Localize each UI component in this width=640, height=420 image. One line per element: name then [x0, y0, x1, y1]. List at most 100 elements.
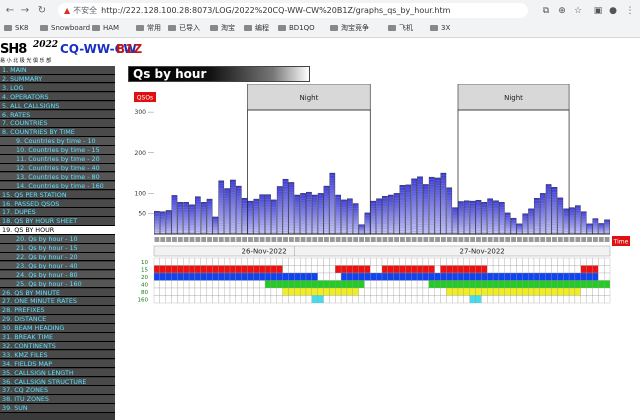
band-cell [457, 280, 464, 289]
bar [417, 176, 423, 235]
hour-tick-label [569, 237, 575, 242]
folder-icon [136, 25, 144, 31]
extension-icon[interactable]: ▣ [592, 6, 604, 16]
menu-item[interactable]: 33. KMZ FILES [0, 350, 115, 360]
menu-item[interactable]: 14. Countries by time - 160 [0, 181, 115, 191]
menu-item[interactable]: 37. CQ ZONES [0, 386, 115, 395]
menu-item[interactable]: 3. LOG [0, 83, 115, 93]
band-cell [568, 272, 576, 281]
menu-item-active[interactable]: 19. QS BY HOUR [0, 226, 115, 235]
url-field[interactable]: ▲ 不安全 http://222.128.100.28:8073/LOG/2022%… [58, 3, 528, 18]
menu-item[interactable]: 15. QS PER STATION [0, 190, 115, 200]
menu-item[interactable]: 30. BEAM HEADING [0, 324, 115, 333]
menu-icon[interactable]: ⋮ [624, 6, 636, 16]
menu-item[interactable]: 28. PREFIXES [0, 306, 115, 315]
menu-item[interactable]: 6. RATES [0, 110, 115, 120]
band-cell [510, 287, 517, 296]
menu-item[interactable]: 31. BREAK TIME [0, 333, 115, 342]
bookmark-item[interactable]: 编程 [244, 23, 269, 33]
bar [387, 194, 394, 235]
profile-icon[interactable]: ● [607, 6, 619, 16]
bookmark-item[interactable]: SK8 [4, 23, 29, 33]
menu-item[interactable]: 10. Countries by time - 15 [0, 146, 115, 155]
menu-item[interactable]: 22. Qs by hour - 20 [0, 252, 115, 262]
menu-item[interactable]: 17. DUPES [0, 208, 115, 217]
bookmark-item[interactable]: 3X [430, 23, 450, 33]
band-cell [282, 265, 289, 274]
menu-item[interactable]: 20. Qs by hour - 10 [0, 235, 115, 244]
bookmark-label: 编程 [255, 24, 269, 32]
band-cell [188, 280, 196, 289]
hour-tick-label [259, 237, 265, 242]
band-cell [177, 280, 184, 289]
band-cell [475, 280, 482, 289]
hour-tick-label [446, 237, 452, 242]
bookmark-item[interactable]: 飞机 [388, 23, 413, 33]
menu-item[interactable]: 25. Qs by hour - 160 [0, 279, 115, 289]
zoom-icon[interactable]: ⊕ [556, 6, 568, 16]
band-cell [469, 257, 476, 266]
bookmark-item[interactable]: 已导入 [168, 23, 200, 33]
bookmark-item[interactable]: Snowboard [40, 23, 90, 33]
band-cell [387, 272, 394, 281]
menu-item[interactable]: 8. COUNTRIES BY TIME [0, 128, 115, 137]
band-cell [212, 295, 219, 304]
menu-item[interactable]: 11. Countries by time - 20 [0, 155, 115, 164]
band-cell [557, 287, 564, 296]
band-cell [463, 280, 470, 289]
menu-item[interactable]: 23. Qs by hour - 40 [0, 261, 115, 271]
menu-item[interactable]: 9. Countries by time - 10 [0, 137, 115, 146]
menu-item[interactable]: 12. Countries by time - 40 [0, 163, 115, 173]
menu-item[interactable]: 21. Qs by hour - 15 [0, 244, 115, 253]
menu-item[interactable]: 13. Countries by time - 80 [0, 172, 115, 182]
menu-item[interactable]: 7. COUNTRIES [0, 119, 115, 128]
band-cell [247, 287, 254, 296]
menu-item[interactable]: 36. CALLSIGN STRUCTURE [0, 377, 115, 387]
bar [539, 193, 546, 235]
menu-item[interactable]: 39. SUN [0, 404, 115, 413]
bookmark-item[interactable]: 常用 [136, 23, 161, 33]
menu-item[interactable]: 2. SUMMARY [0, 74, 115, 84]
band-cell [452, 257, 459, 266]
band-cell [159, 295, 166, 304]
menu-item[interactable]: 38. ITU ZONES [0, 395, 115, 404]
band-cell [563, 272, 570, 281]
bookmark-item[interactable]: HAM [92, 23, 119, 33]
folder-icon [210, 25, 218, 31]
band-cell [247, 272, 254, 281]
hour-tick-label [154, 237, 160, 242]
band-cell [282, 287, 289, 296]
menu-item[interactable]: 16. PASSED QSOS [0, 199, 115, 209]
bookmark-item[interactable]: BD1QO [278, 23, 315, 33]
menu-item[interactable]: 24. Qs by hour - 80 [0, 270, 115, 280]
star-icon[interactable]: ☆ [572, 6, 584, 16]
menu-item[interactable]: 34. FIELDS MAP [0, 359, 115, 369]
band-cell [224, 272, 231, 281]
band-cell [329, 287, 336, 296]
band-cell [329, 257, 336, 266]
menu-item[interactable]: 32. CONTINENTS [0, 341, 115, 351]
menu-item[interactable]: 27. ONE MINUTE RATES [0, 297, 115, 306]
menu-item[interactable]: 35. CALLSIGN LENGTH [0, 368, 115, 378]
band-cell [416, 280, 424, 289]
band-cell [586, 265, 593, 274]
bookmark-item[interactable]: 淘宝 [210, 23, 235, 33]
warning-icon: ▲ [64, 6, 71, 15]
menu-item[interactable]: 4. OPERATORS [0, 92, 115, 102]
menu-item[interactable]: 26. QS BY MINUTE [0, 288, 115, 298]
forward-icon[interactable]: → [19, 5, 31, 17]
band-cell [346, 265, 353, 274]
translate-icon[interactable]: ⧉ [540, 6, 552, 16]
hour-tick-label [493, 237, 499, 242]
band-cell [323, 280, 330, 289]
band-cell [422, 280, 429, 289]
reload-icon[interactable]: ↻ [36, 5, 48, 17]
back-icon[interactable]: ← [4, 5, 16, 17]
bookmark-item[interactable]: 淘宝竞争 [330, 23, 369, 33]
menu-item[interactable]: 5. ALL CALLSIGNS [0, 101, 115, 111]
band-cell [522, 265, 529, 274]
menu-item[interactable]: 29. DISTANCE [0, 315, 115, 324]
band-cell [446, 257, 453, 266]
menu-item[interactable]: 18. QS BY HOUR SHEET [0, 217, 115, 226]
menu-item[interactable]: 1. MAIN [0, 66, 115, 75]
